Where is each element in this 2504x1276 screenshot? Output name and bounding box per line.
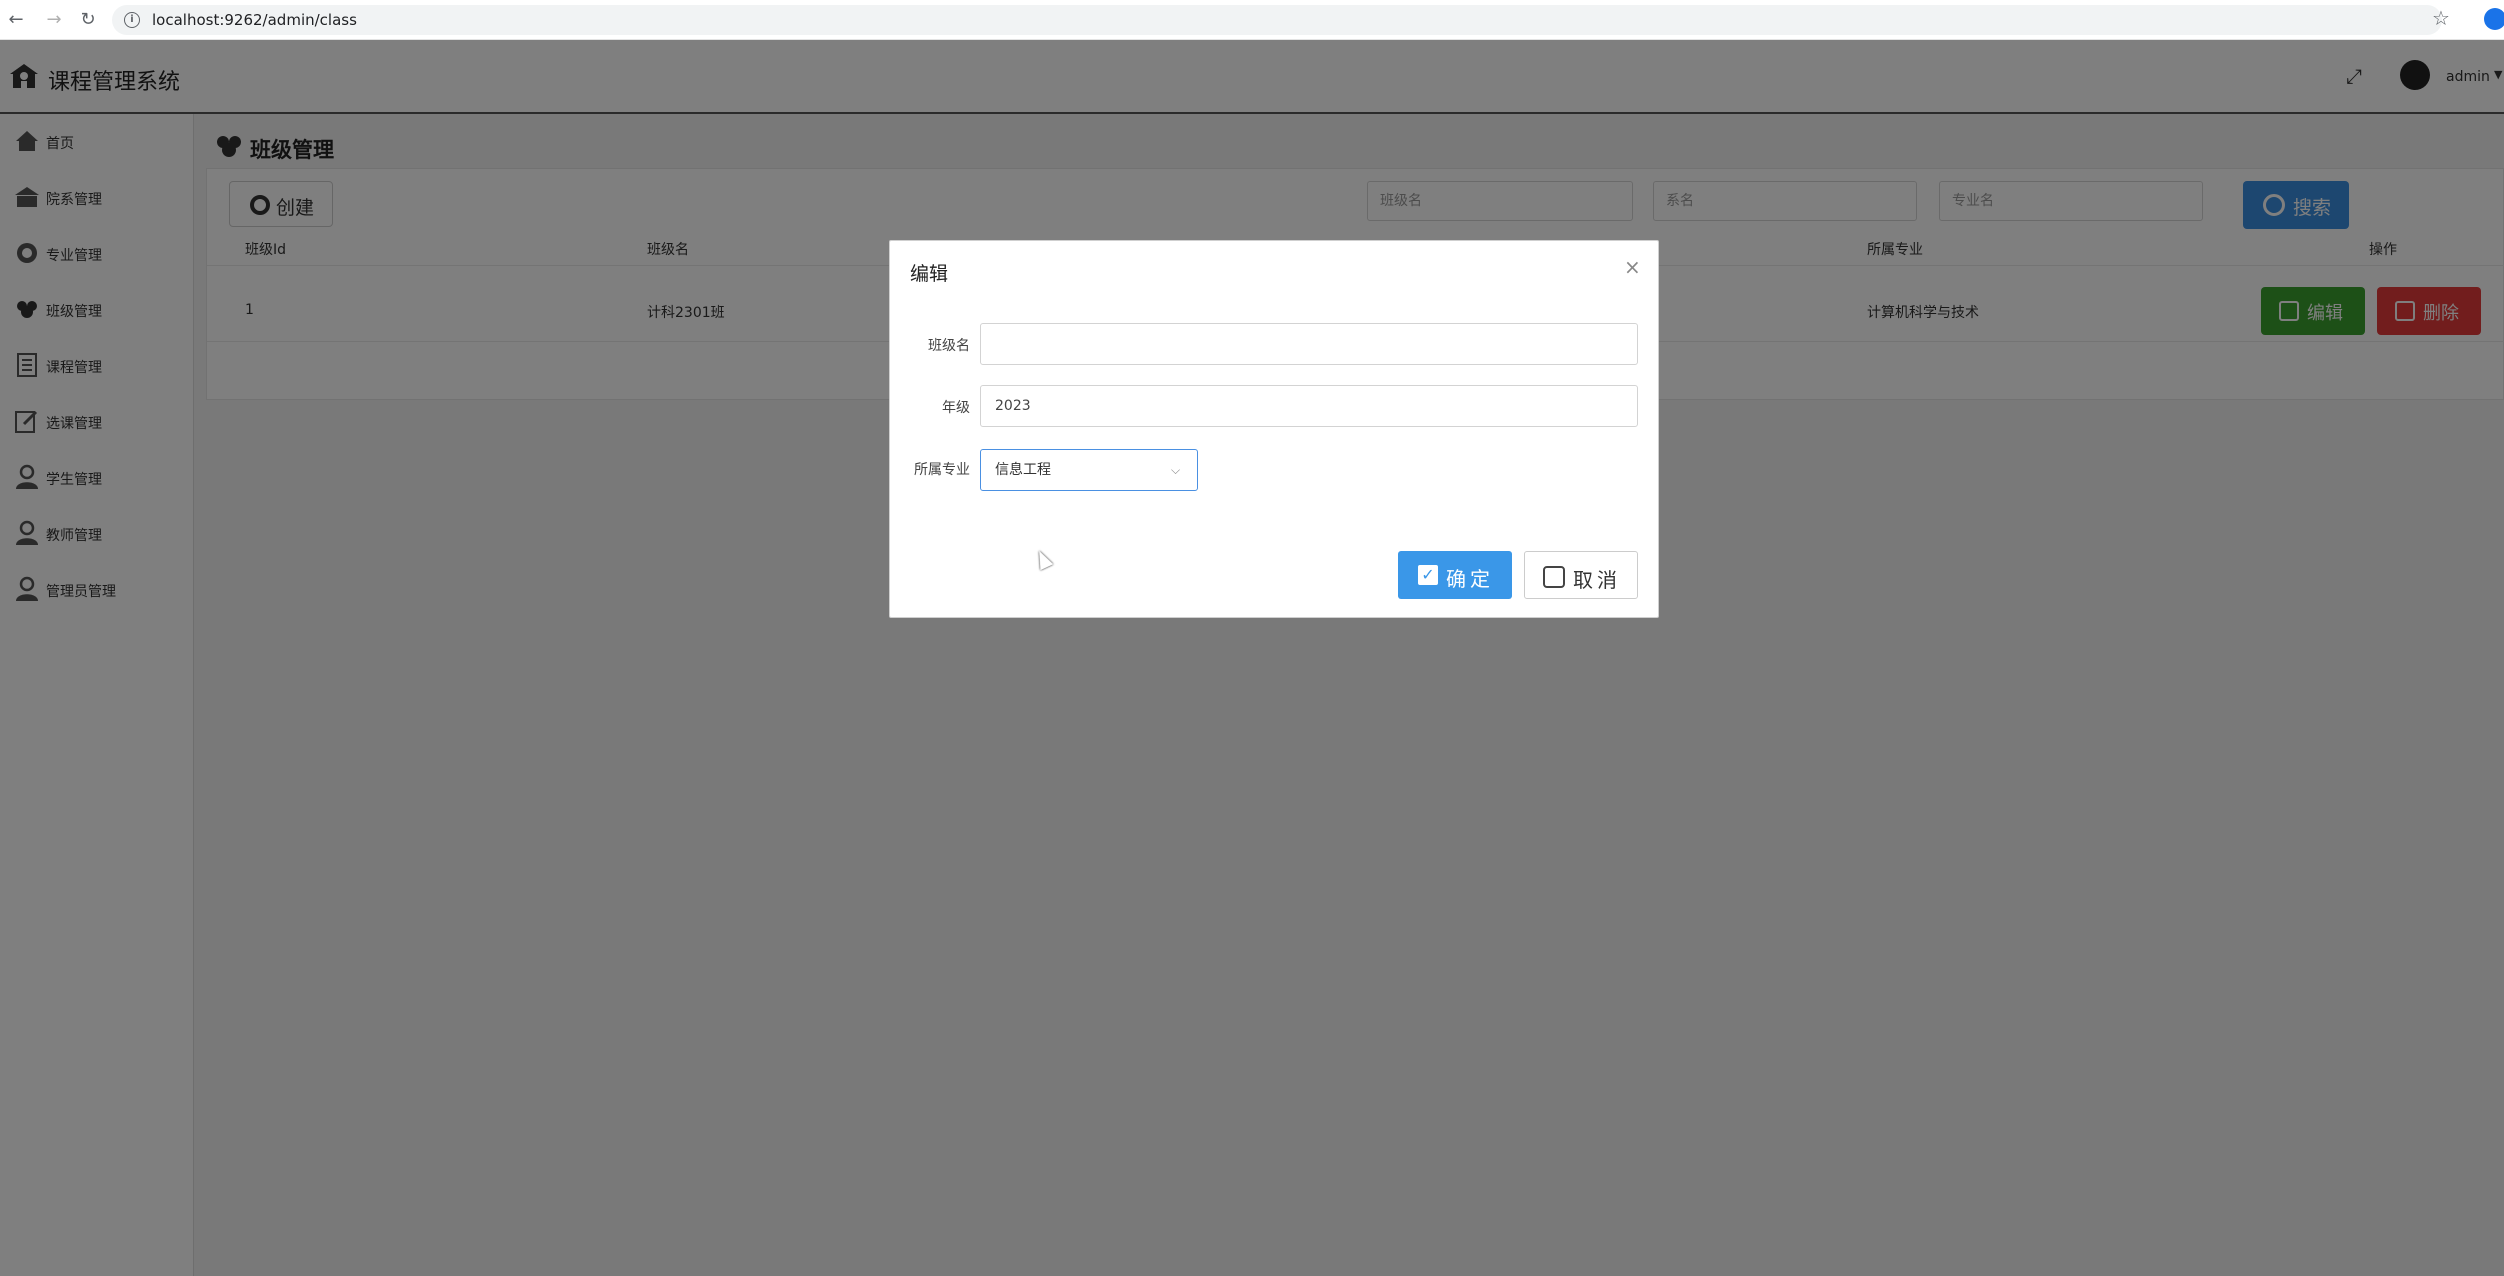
profile-icon[interactable] xyxy=(2484,8,2504,30)
confirm-label: 确定 xyxy=(1446,567,1494,591)
modal-backdrop[interactable] xyxy=(0,40,2504,1276)
close-icon[interactable]: × xyxy=(1624,255,1641,279)
site-info-icon[interactable]: i xyxy=(124,12,140,28)
url-text[interactable]: localhost:9262/admin/class xyxy=(152,11,357,29)
hand-icon xyxy=(1543,566,1565,588)
browser-toolbar: ← → ↻ i localhost:9262/admin/class ☆ xyxy=(0,0,2504,40)
reload-icon[interactable]: ↻ xyxy=(74,6,102,34)
forward-arrow-icon[interactable]: → xyxy=(40,6,68,34)
cancel-label: 取消 xyxy=(1573,568,1621,592)
modal-title: 编辑 xyxy=(910,263,949,285)
address-bar[interactable]: i localhost:9262/admin/class xyxy=(112,5,2442,35)
back-arrow-icon[interactable]: ← xyxy=(2,6,30,34)
bookmark-star-icon[interactable]: ☆ xyxy=(2432,6,2450,30)
chevron-down-icon: ⌵ xyxy=(1171,463,1181,477)
major-select-value: 信息工程 xyxy=(995,462,1051,478)
checkbox-icon: ✓ xyxy=(1418,565,1438,585)
class-name-field[interactable] xyxy=(980,323,1638,365)
grade-label: 年级 xyxy=(942,400,970,416)
class-name-label: 班级名 xyxy=(928,338,970,354)
major-label: 所属专业 xyxy=(914,462,970,478)
grade-field[interactable]: 2023 xyxy=(980,385,1638,427)
edit-class-modal: 编辑 × 班级名 年级 2023 所属专业 信息工程 ⌵ ✓ 确定 取消 xyxy=(889,240,1659,618)
major-select[interactable]: 信息工程 ⌵ xyxy=(980,449,1198,491)
cancel-button[interactable]: 取消 xyxy=(1524,551,1638,599)
confirm-button[interactable]: ✓ 确定 xyxy=(1398,551,1512,599)
